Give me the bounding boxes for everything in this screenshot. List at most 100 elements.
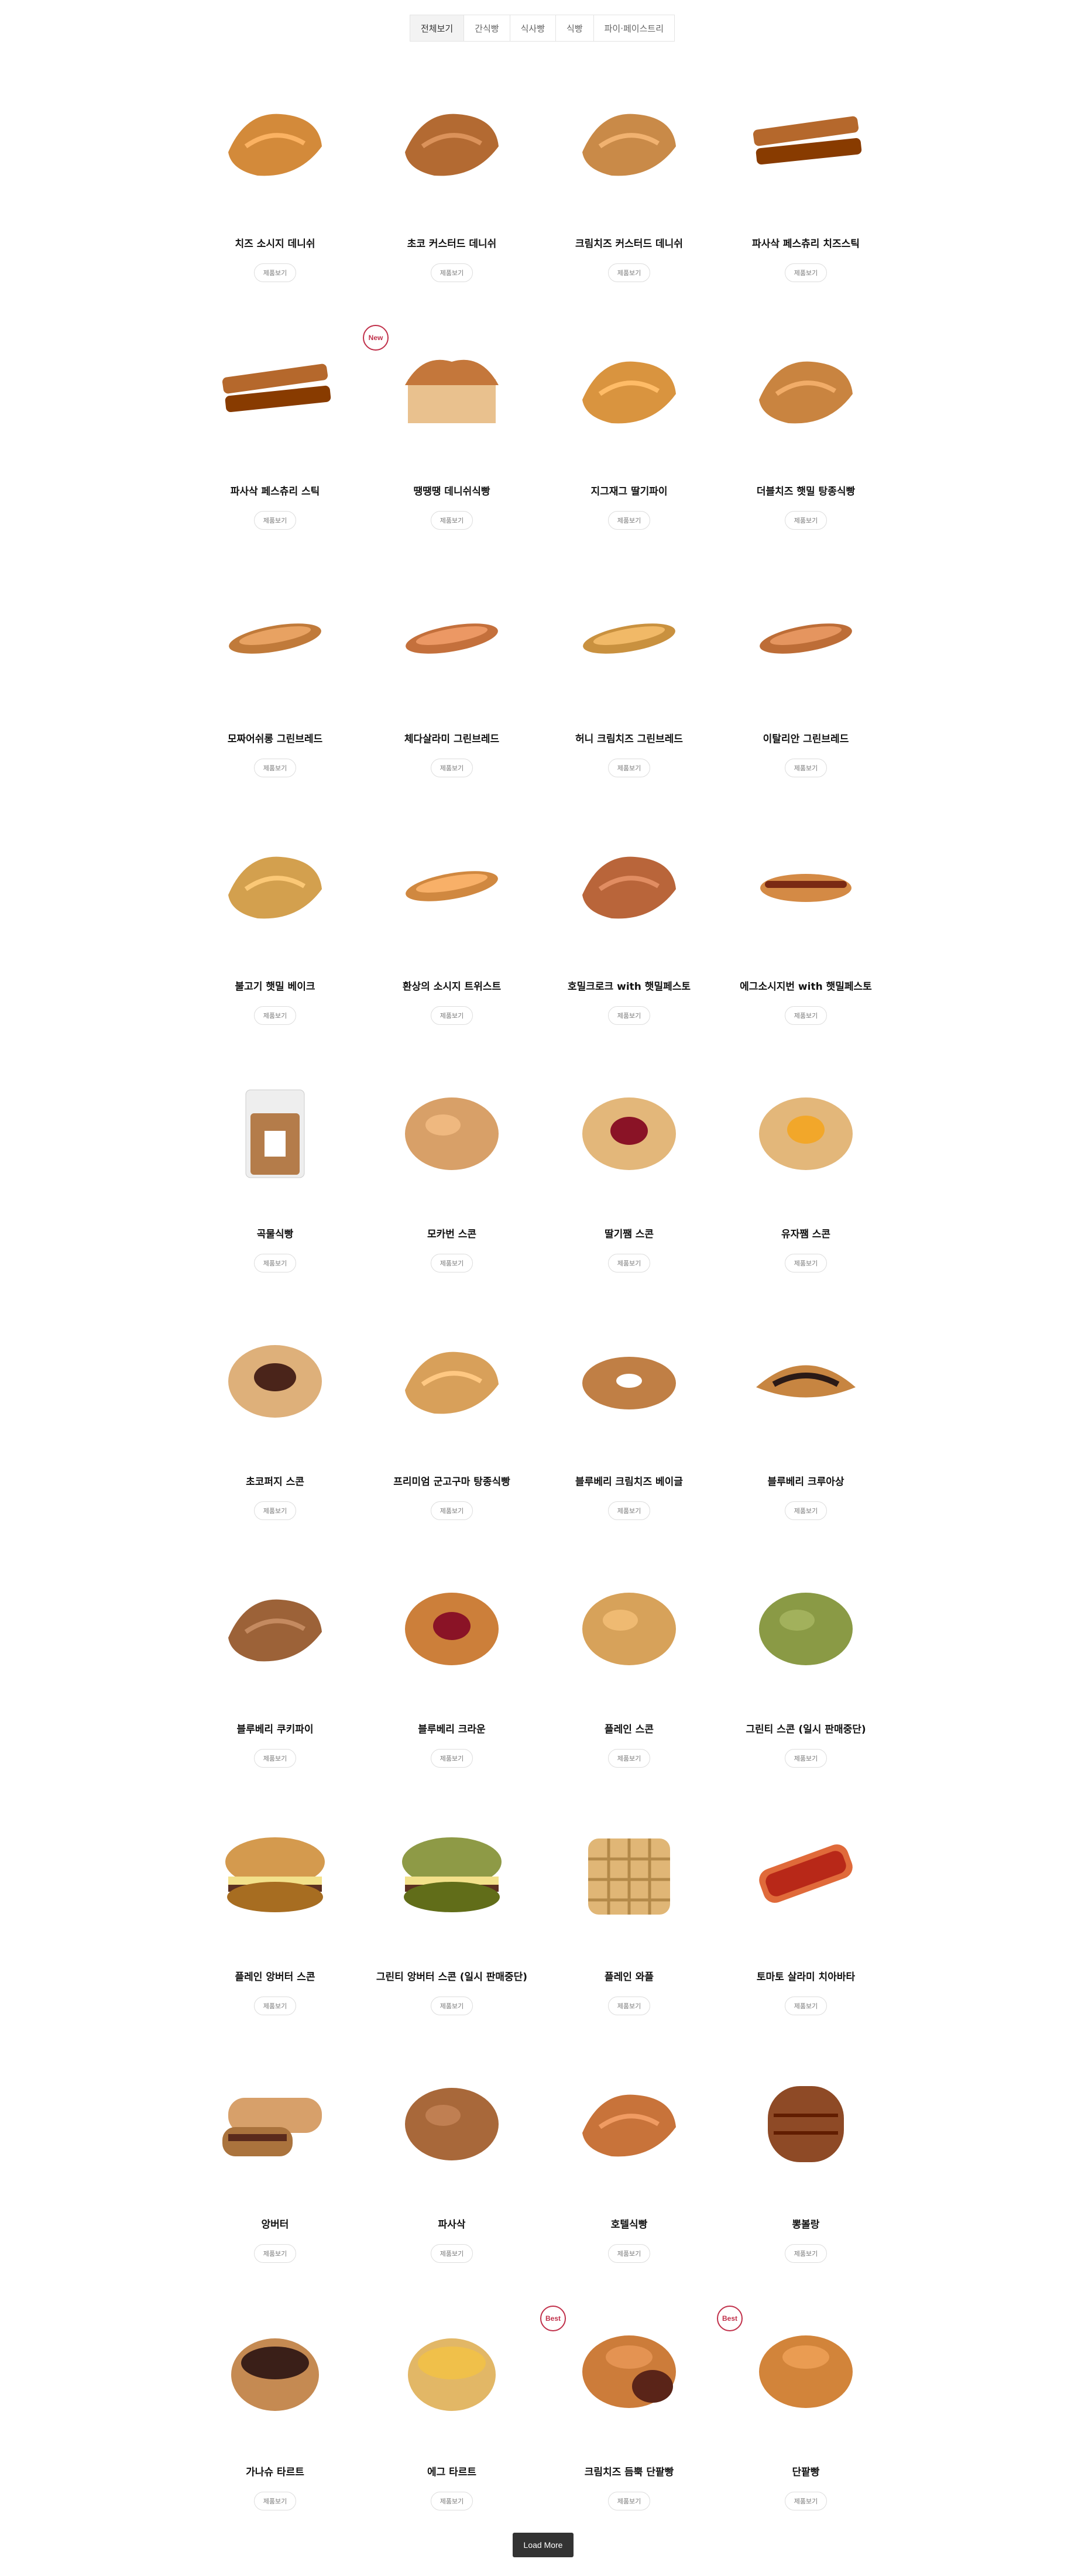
product-image[interactable] (387, 1815, 516, 1938)
product-detail-button[interactable]: 제품보기 (431, 1997, 473, 2015)
product-image[interactable] (565, 2310, 693, 2433)
product-image[interactable] (565, 2063, 693, 2186)
product-detail-button[interactable]: 제품보기 (785, 1501, 827, 1520)
product-card[interactable]: 블루베리 크루아상 제품보기 (724, 1320, 888, 1567)
product-detail-button[interactable]: 제품보기 (431, 263, 473, 282)
product-card[interactable]: 호텔식빵 제품보기 (547, 2063, 711, 2310)
product-image[interactable] (387, 577, 516, 700)
product-image[interactable] (211, 825, 339, 948)
product-detail-button[interactable]: 제품보기 (431, 2492, 473, 2510)
product-image[interactable] (211, 82, 339, 205)
product-image[interactable] (741, 330, 870, 452)
product-card[interactable]: 치즈 소시지 데니쉬 제품보기 (193, 82, 357, 330)
tab-1[interactable]: 간식빵 (463, 15, 510, 42)
product-image[interactable] (387, 1567, 516, 1690)
product-image[interactable] (211, 1567, 339, 1690)
product-card[interactable]: 모카번 스콘 제품보기 (370, 1072, 534, 1320)
product-card[interactable]: 뽕볼랑 제품보기 (724, 2063, 888, 2310)
product-card[interactable]: 딸기쨈 스콘 제품보기 (547, 1072, 711, 1320)
product-image[interactable] (211, 2310, 339, 2433)
product-card[interactable]: 더블치즈 햇밀 탕종식빵 제품보기 (724, 330, 888, 577)
product-detail-button[interactable]: 제품보기 (785, 1254, 827, 1272)
product-card[interactable]: 파사삭 제품보기 (370, 2063, 534, 2310)
product-card[interactable]: 곡물식빵 제품보기 (193, 1072, 357, 1320)
product-detail-button[interactable]: 제품보기 (608, 1501, 650, 1520)
product-image[interactable] (387, 825, 516, 948)
product-card[interactable]: 호밀크로크 with 햇밀페스토 제품보기 (547, 825, 711, 1072)
product-card[interactable]: 파사삭 페스츄리 치즈스틱 제품보기 (724, 82, 888, 330)
product-image[interactable] (387, 82, 516, 205)
product-image[interactable] (741, 1815, 870, 1938)
product-card[interactable]: 이탈리안 그린브레드 제품보기 (724, 577, 888, 825)
product-detail-button[interactable]: 제품보기 (254, 1501, 296, 1520)
product-image[interactable] (741, 1567, 870, 1690)
product-image[interactable] (387, 1320, 516, 1443)
product-card[interactable]: Best 단팥빵 제품보기 (717, 2306, 888, 2558)
product-detail-button[interactable]: 제품보기 (254, 1749, 296, 1768)
product-image[interactable] (565, 330, 693, 452)
product-card[interactable]: Best 크림치즈 듬뿍 단팥빵 제품보기 (540, 2306, 711, 2558)
product-card[interactable]: 블루베리 크라운 제품보기 (370, 1567, 534, 1815)
product-card[interactable]: 그린티 스콘 (일시 판매중단) 제품보기 (724, 1567, 888, 1815)
product-detail-button[interactable]: 제품보기 (431, 1006, 473, 1025)
product-card[interactable]: 플레인 앙버터 스콘 제품보기 (193, 1815, 357, 2063)
product-card[interactable]: 가나슈 타르트 제품보기 (193, 2310, 357, 2558)
product-image[interactable] (741, 1072, 870, 1195)
product-detail-button[interactable]: 제품보기 (785, 1997, 827, 2015)
product-image[interactable] (211, 330, 339, 452)
product-detail-button[interactable]: 제품보기 (254, 759, 296, 777)
product-card[interactable]: 블루베리 쿠키파이 제품보기 (193, 1567, 357, 1815)
product-detail-button[interactable]: 제품보기 (431, 1749, 473, 1768)
product-image[interactable] (565, 1320, 693, 1443)
product-card[interactable]: 토마토 살라미 치아바타 제품보기 (724, 1815, 888, 2063)
product-image[interactable] (741, 825, 870, 948)
product-detail-button[interactable]: 제품보기 (254, 1006, 296, 1025)
product-detail-button[interactable]: 제품보기 (608, 1997, 650, 2015)
product-card[interactable]: 모짜어쉬롱 그린브레드 제품보기 (193, 577, 357, 825)
product-card[interactable]: 에그 타르트 제품보기 (370, 2310, 534, 2558)
product-detail-button[interactable]: 제품보기 (254, 263, 296, 282)
product-detail-button[interactable]: 제품보기 (785, 759, 827, 777)
product-image[interactable] (387, 2063, 516, 2186)
product-image[interactable] (211, 1320, 339, 1443)
product-card[interactable]: 유자쨈 스콘 제품보기 (724, 1072, 888, 1320)
product-image[interactable] (565, 1815, 693, 1938)
product-image[interactable] (565, 1567, 693, 1690)
product-detail-button[interactable]: 제품보기 (608, 511, 650, 530)
product-detail-button[interactable]: 제품보기 (608, 2492, 650, 2510)
product-detail-button[interactable]: 제품보기 (608, 1254, 650, 1272)
product-image[interactable] (741, 577, 870, 700)
product-card[interactable]: 불고기 햇밀 베이크 제품보기 (193, 825, 357, 1072)
tab-0[interactable]: 전체보기 (410, 15, 465, 42)
product-detail-button[interactable]: 제품보기 (785, 1749, 827, 1768)
product-image[interactable] (741, 82, 870, 205)
product-card[interactable]: 블루베리 크림치즈 베이글 제품보기 (547, 1320, 711, 1567)
product-card[interactable]: 파사삭 페스츄리 스틱 제품보기 (193, 330, 357, 577)
product-detail-button[interactable]: 제품보기 (785, 2244, 827, 2263)
product-detail-button[interactable]: 제품보기 (785, 511, 827, 530)
product-detail-button[interactable]: 제품보기 (431, 511, 473, 530)
product-image[interactable] (741, 1320, 870, 1443)
product-detail-button[interactable]: 제품보기 (431, 2244, 473, 2263)
product-image[interactable] (565, 1072, 693, 1195)
product-detail-button[interactable]: 제품보기 (608, 759, 650, 777)
product-card[interactable]: 앙버터 제품보기 (193, 2063, 357, 2310)
product-image[interactable] (565, 577, 693, 700)
product-detail-button[interactable]: 제품보기 (431, 1254, 473, 1272)
product-card[interactable]: 프리미엄 군고구마 탕종식빵 제품보기 (370, 1320, 534, 1567)
product-detail-button[interactable]: 제품보기 (254, 2244, 296, 2263)
product-card[interactable]: 그린티 앙버터 스콘 (일시 판매중단) 제품보기 (370, 1815, 534, 2063)
product-image[interactable] (211, 1815, 339, 1938)
product-detail-button[interactable]: 제품보기 (608, 2244, 650, 2263)
product-image[interactable] (211, 1072, 339, 1195)
product-detail-button[interactable]: 제품보기 (785, 1006, 827, 1025)
tab-4[interactable]: 파이·페이스트리 (593, 15, 675, 42)
product-image[interactable] (387, 330, 516, 452)
product-card[interactable]: 체다살라미 그린브레드 제품보기 (370, 577, 534, 825)
product-card[interactable]: 플레인 스콘 제품보기 (547, 1567, 711, 1815)
product-card[interactable]: 허니 크림치즈 그린브레드 제품보기 (547, 577, 711, 825)
product-image[interactable] (741, 2310, 870, 2433)
product-card[interactable]: 초코퍼지 스콘 제품보기 (193, 1320, 357, 1567)
product-detail-button[interactable]: 제품보기 (254, 1254, 296, 1272)
product-image[interactable] (211, 577, 339, 700)
